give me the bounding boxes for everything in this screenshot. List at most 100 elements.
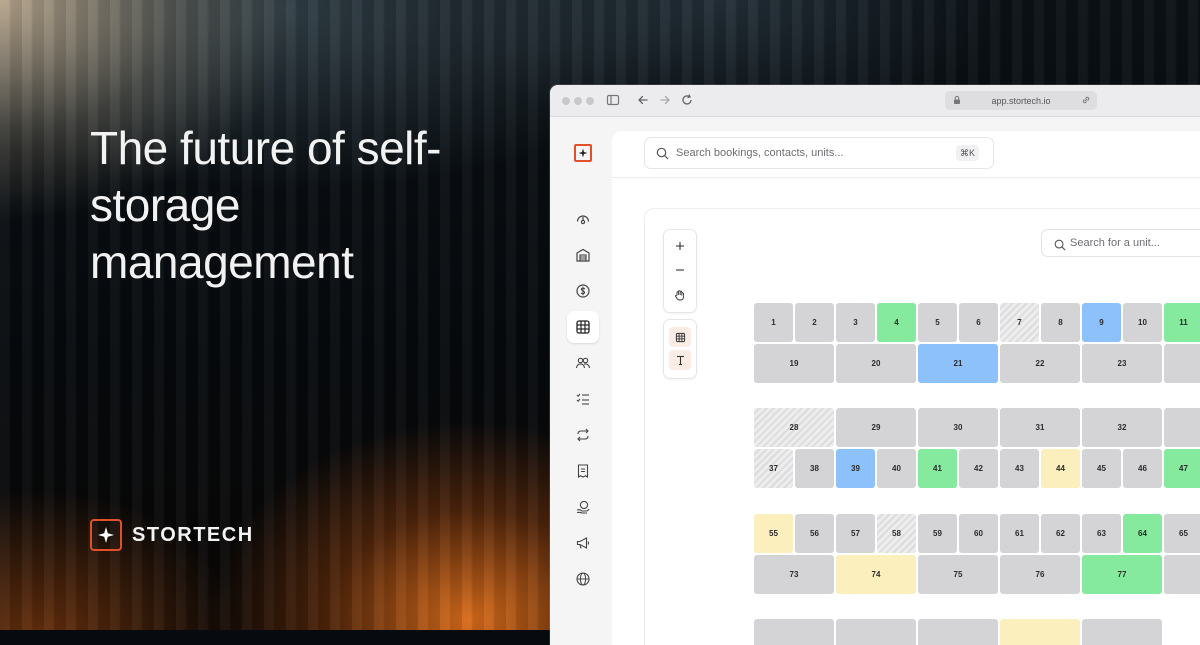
nav-reports-receipt-icon[interactable] [567,455,599,487]
storage-unit[interactable]: 39 [836,449,875,488]
storage-unit[interactable]: 37 [754,449,793,488]
storage-unit[interactable]: 44 [1041,449,1080,488]
back-arrow-icon[interactable] [636,93,650,112]
nav-marketing-megaphone-icon[interactable] [567,527,599,559]
browser-toolbar: app.stortech.io [550,85,1200,117]
storage-unit[interactable]: 8 [1041,303,1080,342]
storage-unit[interactable]: 4 [877,303,916,342]
storage-unit[interactable]: 45 [1082,449,1121,488]
window-close-dot[interactable] [562,97,570,105]
search-shortcut-badge: ⌘K [955,145,979,161]
storage-unit[interactable]: 28 [754,408,834,447]
grid-layer-icon[interactable] [669,327,691,347]
storage-unit[interactable]: 77 [1082,555,1162,594]
storage-unit[interactable]: 58 [877,514,916,553]
storage-unit[interactable]: 32 [1082,408,1162,447]
storage-unit[interactable]: 10 [1123,303,1162,342]
storage-unit[interactable]: 20 [836,344,916,383]
storage-unit[interactable]: 74 [836,555,916,594]
storage-unit[interactable]: 1 [754,303,793,342]
nav-website-globe-icon[interactable] [567,563,599,595]
storage-unit[interactable]: 21 [918,344,998,383]
address-bar[interactable]: app.stortech.io [945,91,1097,110]
storage-unit[interactable] [836,619,916,645]
storage-unit[interactable]: 23 [1082,344,1162,383]
storage-unit[interactable]: 55 [754,514,793,553]
stortech-logo-icon [90,519,122,551]
storage-unit[interactable]: 64 [1123,514,1162,553]
brand-name: STORTECH [132,523,254,546]
storage-unit[interactable] [918,619,998,645]
forward-arrow-icon[interactable] [658,93,672,112]
storage-unit[interactable] [754,619,834,645]
storage-unit[interactable] [1164,555,1200,594]
brand-lockup: STORTECH [90,519,254,551]
app-sidebar [550,117,616,645]
storage-unit[interactable] [1164,408,1200,447]
storage-unit[interactable]: 59 [918,514,957,553]
storage-unit[interactable] [1082,619,1162,645]
pan-hand-icon[interactable] [669,285,691,305]
storage-unit[interactable]: 65 [1164,514,1200,553]
global-search-placeholder: Search bookings, contacts, units... [676,147,844,159]
nav-recurring-refresh-icon[interactable] [567,419,599,451]
sidebar-toggle-icon[interactable] [606,93,620,112]
search-icon [1054,238,1066,256]
storage-unit[interactable]: 7 [1000,303,1039,342]
nav-billing-dollar-icon[interactable] [567,275,599,307]
storage-unit[interactable]: 5 [918,303,957,342]
nav-facility-warehouse-icon[interactable] [567,239,599,271]
storage-unit[interactable]: 11 [1164,303,1200,342]
top-bar: Search bookings, contacts, units... ⌘K [612,131,1200,178]
reload-icon[interactable] [680,93,694,112]
nav-tasks-checklist-icon[interactable] [567,383,599,415]
nav-payments-coins-icon[interactable] [567,491,599,523]
storage-unit[interactable]: 22 [1000,344,1080,383]
storage-unit[interactable]: 2 [795,303,834,342]
storage-unit[interactable]: 76 [1000,555,1080,594]
storage-unit[interactable]: 61 [1000,514,1039,553]
storage-unit[interactable]: 3 [836,303,875,342]
storage-unit[interactable]: 63 [1082,514,1121,553]
hero-headline: The future of self-storage management [90,122,442,288]
storage-unit[interactable]: 47 [1164,449,1200,488]
nav-unit-map-grid-icon[interactable] [567,311,599,343]
map-zoom-toolbar [663,229,697,313]
unit-search-input[interactable]: Search for a unit... [1041,229,1200,257]
storage-unit[interactable]: 73 [754,555,834,594]
storage-unit[interactable]: 30 [918,408,998,447]
storage-unit[interactable]: 31 [1000,408,1080,447]
storage-unit[interactable]: 62 [1041,514,1080,553]
storage-unit[interactable] [1000,619,1080,645]
storage-unit[interactable]: 57 [836,514,875,553]
map-layer-toolbar [663,319,697,379]
zoom-out-icon[interactable] [669,260,691,280]
storage-unit[interactable]: 60 [959,514,998,553]
nav-contacts-people-icon[interactable] [567,347,599,379]
nav-dashboard-gauge-icon[interactable] [567,203,599,235]
storage-unit[interactable]: 56 [795,514,834,553]
storage-unit[interactable]: 41 [918,449,957,488]
unit-map-canvas[interactable]: Search for a unit... 1 2 3 4 5 6 7 8 9 10 11 19 20 21… [644,208,1200,645]
window-minimize-dot[interactable] [574,97,582,105]
storage-unit[interactable]: 38 [795,449,834,488]
storage-unit[interactable]: 19 [754,344,834,383]
global-search-input[interactable]: Search bookings, contacts, units... ⌘K [644,137,994,169]
storage-unit[interactable] [1164,344,1200,383]
storage-unit[interactable]: 29 [836,408,916,447]
storage-unit[interactable]: 46 [1123,449,1162,488]
share-link-icon[interactable] [1081,95,1091,107]
storage-unit[interactable]: 6 [959,303,998,342]
main-content: Search bookings, contacts, units... ⌘K S… [612,131,1200,645]
zoom-in-icon[interactable] [669,236,691,256]
storage-unit[interactable]: 43 [1000,449,1039,488]
window-maximize-dot[interactable] [586,97,594,105]
storage-unit[interactable]: 9 [1082,303,1121,342]
app-logo-icon[interactable] [574,144,592,162]
storage-unit[interactable]: 42 [959,449,998,488]
storage-unit[interactable]: 40 [877,449,916,488]
text-layer-icon[interactable] [669,350,691,370]
search-icon [656,147,669,165]
url-text: app.stortech.io [991,95,1051,106]
storage-unit[interactable]: 75 [918,555,998,594]
